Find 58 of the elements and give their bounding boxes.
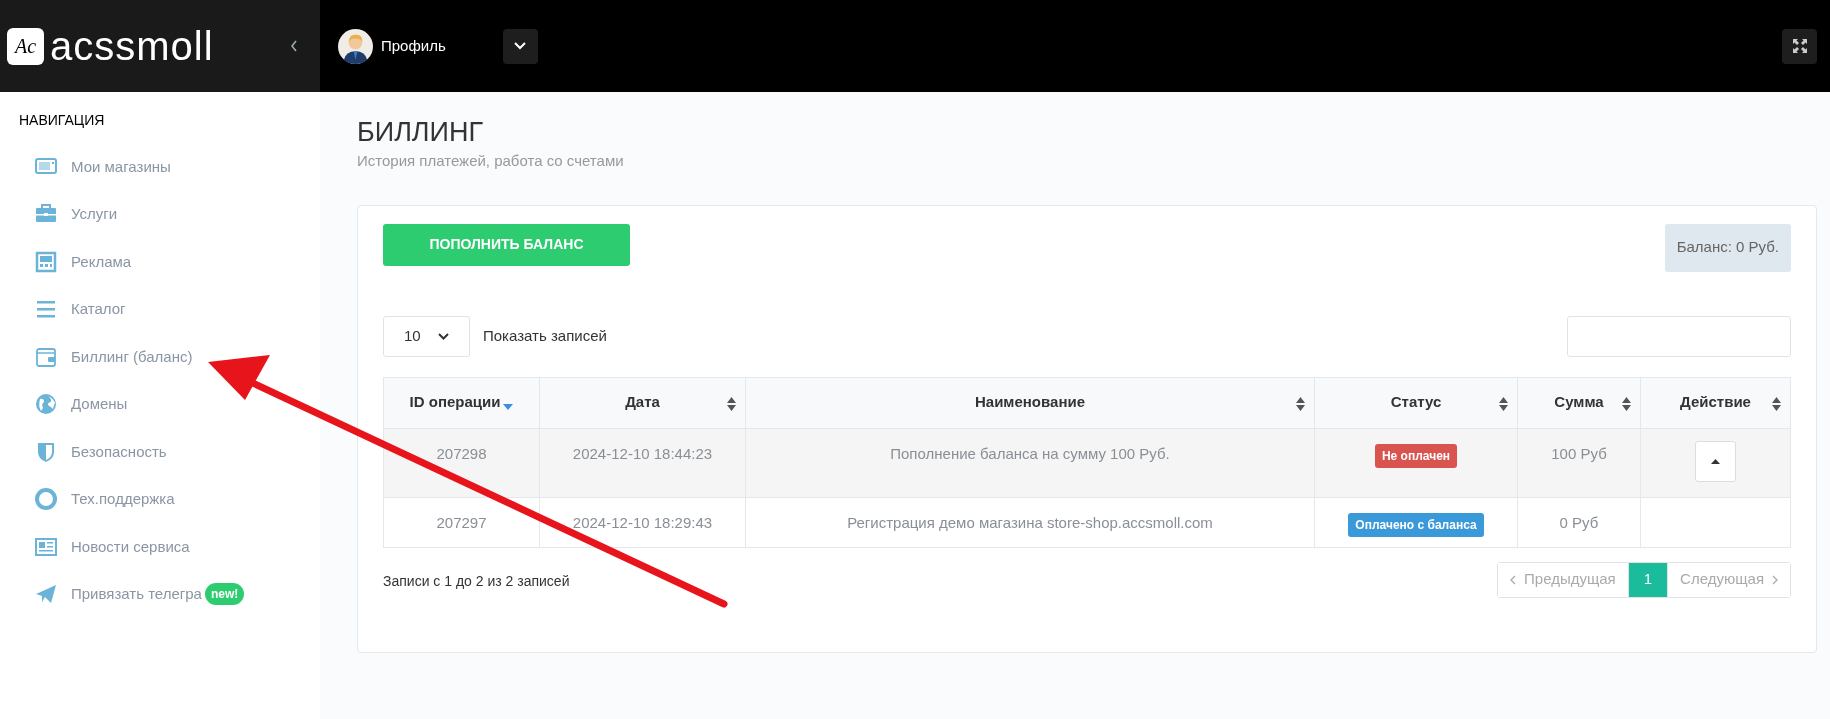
chevron-left-icon xyxy=(290,40,298,52)
collapse-button[interactable] xyxy=(290,40,298,52)
column-header[interactable]: Наименование xyxy=(745,377,1315,428)
dropdown-button[interactable] xyxy=(502,28,538,64)
logo-text: acssmoll xyxy=(50,26,214,66)
profile-name[interactable]: Профиль xyxy=(381,34,446,58)
wallet-icon xyxy=(35,345,57,368)
logo-badge: Ac xyxy=(7,27,44,65)
nav-item[interactable]: Привязать телегра new! xyxy=(0,570,320,618)
nav-item[interactable]: Услуги xyxy=(0,190,320,238)
status-badge: Оплачено с баланса xyxy=(1348,512,1484,537)
records-info: Записи с 1 до 2 из 2 записей xyxy=(383,571,570,591)
nav-item[interactable]: Мои магазины xyxy=(0,143,320,191)
nav-item[interactable]: Биллинг (баланс) xyxy=(0,333,320,381)
page-subtitle: История платежей, работа со счетами xyxy=(357,151,625,171)
page-title: БИЛЛИНГ xyxy=(357,116,485,148)
page-button[interactable]: 1 xyxy=(1627,562,1668,597)
globe-icon xyxy=(35,393,57,416)
nav-item[interactable]: Безопасность xyxy=(0,428,320,476)
shield-icon xyxy=(35,440,57,463)
chevron-left-icon xyxy=(1510,574,1516,585)
search-field[interactable] xyxy=(1567,315,1791,357)
page-size-label: Показать записей xyxy=(483,325,607,346)
fullscreen-button[interactable] xyxy=(1782,28,1817,64)
operation-name: Регистрация демо магазина store-shop.accsmoll.com xyxy=(847,513,1213,531)
nav-heading: НАВИГАЦИЯ xyxy=(18,111,106,130)
column-header[interactable]: Дата xyxy=(539,377,746,428)
chevron-right-icon xyxy=(1772,574,1778,585)
operation-sum: 100 Руб xyxy=(1551,444,1607,462)
menu-icon xyxy=(35,298,57,321)
balance-label: Баланс: 0 Руб. xyxy=(1664,223,1791,272)
newspaper-icon xyxy=(35,535,57,558)
nav-item[interactable]: Домены xyxy=(0,380,320,428)
fullscreen-icon xyxy=(1792,39,1807,53)
operation-sum: 0 Руб xyxy=(1559,513,1599,531)
nav-item[interactable]: Тех.поддержка xyxy=(0,475,320,523)
chevron-down-icon xyxy=(514,42,527,50)
avatar-icon xyxy=(338,28,373,64)
operation-date: 2024-12-10 18:29:43 xyxy=(572,513,713,531)
column-header[interactable]: Статус xyxy=(1314,377,1518,428)
nav-item[interactable]: Реклама xyxy=(0,238,320,286)
top-up-button[interactable]: ПОПОЛНИТЬ БАЛАНС xyxy=(383,223,630,266)
column-header[interactable]: Действие xyxy=(1640,377,1791,428)
column-header[interactable]: Сумма xyxy=(1517,377,1641,428)
operation-id: 207297 xyxy=(436,513,487,531)
window-icon xyxy=(35,250,57,273)
status-badge: Не оплачен xyxy=(1374,443,1458,468)
page-size-select[interactable]: 10 xyxy=(383,315,470,357)
new-badge: new! xyxy=(204,583,245,606)
column-header[interactable]: ID операции xyxy=(383,377,540,428)
operation-id: 207298 xyxy=(436,444,487,462)
chevron-down-icon xyxy=(438,332,449,340)
operation-date: 2024-12-10 18:44:23 xyxy=(572,444,713,462)
nav-item[interactable]: Каталог xyxy=(0,285,320,333)
nav-item[interactable]: Новости сервиса xyxy=(0,523,320,571)
lifebuoy-icon xyxy=(35,488,57,511)
operation-name: Пополнение баланса на сумму 100 Руб. xyxy=(890,444,1170,462)
caret-up-icon xyxy=(1711,458,1720,464)
